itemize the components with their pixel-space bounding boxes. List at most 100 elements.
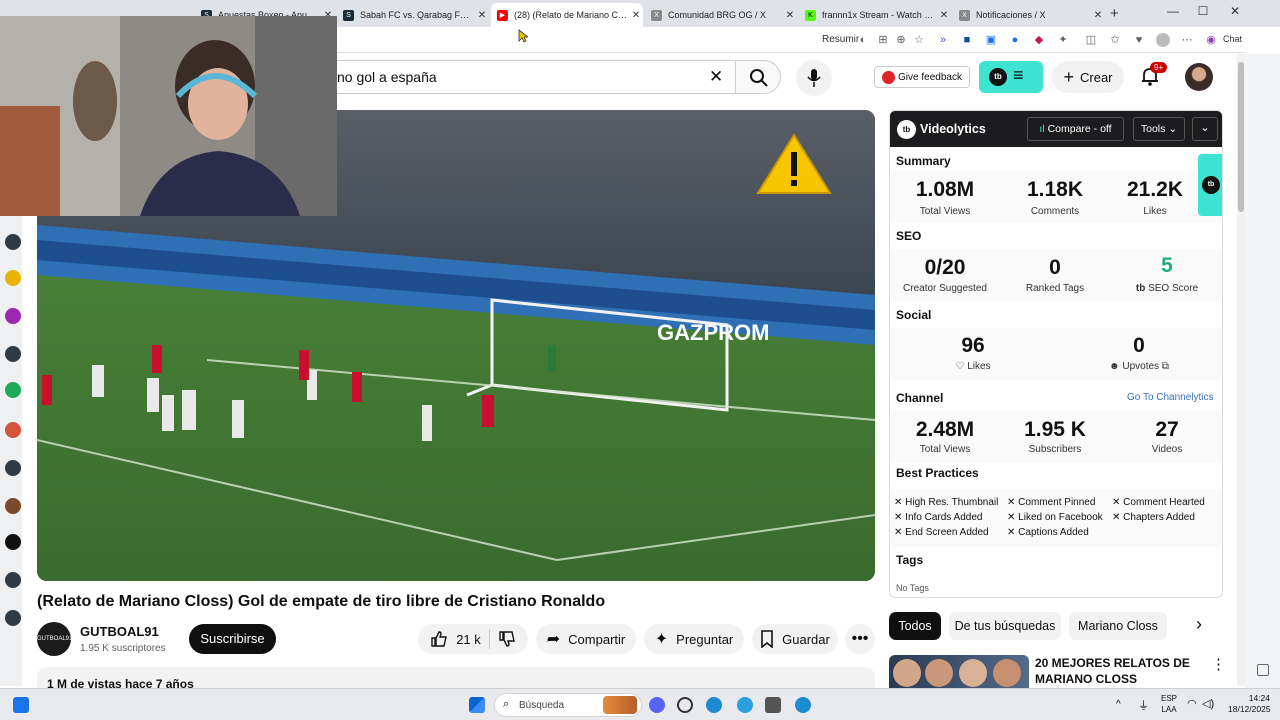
widgets-icon[interactable]: [13, 697, 29, 713]
tubebuddy-side-tab[interactable]: tb: [1198, 154, 1222, 216]
close-tab-icon[interactable]: ✕: [629, 10, 643, 21]
more-icon[interactable]: ⋯: [1180, 33, 1194, 47]
social-upvotes-label-wrap[interactable]: ☻ Upvotes ⧉: [1076, 361, 1202, 372]
star-icon[interactable]: ☆: [912, 33, 926, 47]
tubebuddy-logo-icon: tb: [1202, 176, 1220, 194]
tab-notificaciones-x[interactable]: X Notificaciones / X ✕: [953, 3, 1105, 27]
extension-icon[interactable]: ◆: [1032, 33, 1046, 47]
ask-button[interactable]: ✦ Preguntar: [644, 624, 744, 654]
app-shortcut-icon[interactable]: [5, 270, 21, 286]
recommended-title[interactable]: 20 MEJORES RELATOS DE MARIANO CLOSS: [1035, 655, 1195, 687]
compare-toggle[interactable]: ıl Compare - off: [1027, 117, 1124, 141]
edge-sidebar: [1245, 54, 1280, 688]
close-tab-icon[interactable]: ✕: [937, 10, 951, 21]
extension-icon[interactable]: »: [936, 33, 950, 47]
extension-icon[interactable]: ■: [960, 33, 974, 47]
social-upvotes-value: 0: [1133, 334, 1145, 357]
clock[interactable]: 14:24 18/12/2025: [1228, 693, 1271, 715]
favorites-icon[interactable]: ✩: [1108, 33, 1122, 47]
like-button[interactable]: 21 k: [430, 630, 481, 648]
split-screen-icon[interactable]: ◫: [1084, 33, 1098, 47]
app-shortcut-icon[interactable]: [5, 346, 21, 362]
copilot-icon[interactable]: ◉: [1204, 33, 1218, 47]
page-scrollbar[interactable]: [1237, 54, 1245, 686]
language-indicator[interactable]: ESP LAA: [1161, 693, 1177, 715]
edge-beta-icon[interactable]: [795, 697, 811, 713]
grid-icon[interactable]: ⊞: [876, 33, 890, 47]
maximize-icon[interactable]: ☐: [1188, 4, 1218, 18]
tab-comunidad-brg[interactable]: X Comunidad BRG OG / X ✕: [645, 3, 797, 27]
channel-name[interactable]: GUTBOAL91: [80, 624, 159, 639]
subscribe-button[interactable]: Suscribirse: [189, 624, 276, 654]
app-shortcut-icon[interactable]: [5, 572, 21, 588]
videolytics-title: Videolytics: [920, 122, 986, 136]
give-feedback-button[interactable]: Give feedback: [874, 66, 970, 88]
tab-youtube-active[interactable]: ▶ (28) (Relato de Mariano Closs) Go ✕: [491, 3, 643, 27]
share-button[interactable]: ➦ Compartir: [536, 624, 636, 654]
search-button[interactable]: [735, 60, 781, 94]
create-button[interactable]: + Crear: [1052, 61, 1124, 93]
app-shortcut-icon[interactable]: [5, 382, 21, 398]
tab-kick-stream[interactable]: K frannn1x Stream - Watch Live on ✕: [799, 3, 951, 27]
volume-icon[interactable]: ◁): [1202, 697, 1214, 710]
discord-icon[interactable]: [649, 697, 665, 713]
reader-icon[interactable]: ◐: [856, 33, 870, 47]
close-tab-icon[interactable]: ✕: [783, 10, 797, 21]
save-button[interactable]: Guardar: [752, 624, 838, 654]
channel-total-views-label: Total Views: [919, 444, 971, 455]
calculator-icon[interactable]: [765, 697, 781, 713]
app-shortcut-icon[interactable]: [5, 234, 21, 250]
chevron-up-icon[interactable]: ^: [1116, 699, 1121, 710]
app-shortcut-icon[interactable]: [5, 498, 21, 514]
voice-search-button[interactable]: [796, 60, 832, 96]
extensions-puzzle-icon[interactable]: ✦: [1056, 33, 1070, 47]
extension-icon[interactable]: ●: [1008, 33, 1022, 47]
resumir-button[interactable]: Resumir: [822, 34, 859, 45]
new-tab-icon[interactable]: +: [1110, 5, 1119, 22]
minimize-icon[interactable]: —: [1158, 4, 1188, 18]
close-tab-icon[interactable]: ✕: [1091, 10, 1105, 21]
close-window-icon[interactable]: ✕: [1220, 4, 1250, 18]
profile-icon[interactable]: [1156, 33, 1170, 47]
wifi-icon[interactable]: ◠: [1187, 697, 1197, 710]
windows-start-icon[interactable]: [469, 697, 485, 713]
thumbs-down-icon[interactable]: [498, 630, 516, 648]
recommended-thumbnail[interactable]: [889, 655, 1029, 688]
mic-tray-icon[interactable]: ⏚: [1138, 697, 1149, 713]
scrollbar-thumb[interactable]: [1238, 62, 1244, 212]
app-shortcut-icon[interactable]: [5, 460, 21, 476]
tubebuddy-menu-button[interactable]: tb ≡: [979, 61, 1043, 93]
more-actions-button[interactable]: •••: [845, 624, 875, 654]
chip-todos[interactable]: Todos: [889, 612, 941, 640]
extension-icon[interactable]: ▣: [984, 33, 998, 47]
notifications-button[interactable]: 9+: [1140, 62, 1168, 88]
close-tab-icon[interactable]: ✕: [475, 10, 489, 21]
tools-dropdown[interactable]: Tools ⌄: [1133, 117, 1185, 141]
chip-de-tus-busquedas[interactable]: De tus búsquedas: [949, 612, 1061, 640]
telegram-icon[interactable]: [737, 697, 753, 713]
best-practices-heading: Best Practices: [896, 466, 979, 480]
description-box[interactable]: 1 M de vistas hace 7 años: [37, 667, 875, 688]
search-input[interactable]: no gol a españa ✕: [300, 60, 735, 94]
collections-icon[interactable]: ♥: [1132, 33, 1146, 47]
channel-total-views-value: 2.48M: [915, 418, 975, 441]
app-shortcut-icon[interactable]: [5, 422, 21, 438]
app-shortcut-icon[interactable]: [5, 610, 21, 626]
account-avatar[interactable]: [1185, 63, 1213, 91]
channel-avatar[interactable]: GUTBOAL91: [37, 622, 71, 656]
more-vertical-icon[interactable]: ⋮: [1211, 655, 1226, 673]
taskbar-search[interactable]: ⌕ Búsqueda: [494, 693, 642, 717]
chip-mariano-closs[interactable]: Mariano Closs: [1069, 612, 1167, 640]
sidebar-toggle-icon[interactable]: [1257, 664, 1269, 676]
clear-search-icon[interactable]: ✕: [709, 67, 723, 87]
chevron-right-icon[interactable]: ›: [1196, 614, 1202, 635]
edge-icon[interactable]: [706, 697, 722, 713]
tab-sabah-qarabag[interactable]: S Sabah FC vs. Qarabag FK - Stake ✕: [337, 3, 489, 27]
go-to-channelytics-link[interactable]: Go To Channelytics: [1127, 392, 1214, 403]
zoom-icon[interactable]: ⊕: [894, 33, 908, 47]
app-shortcut-icon[interactable]: [5, 308, 21, 324]
collapse-panel-button[interactable]: ⌄: [1192, 117, 1218, 141]
chat-button[interactable]: Chat: [1223, 34, 1242, 44]
app-shortcut-icon[interactable]: [5, 534, 21, 550]
github-icon[interactable]: [677, 697, 693, 713]
